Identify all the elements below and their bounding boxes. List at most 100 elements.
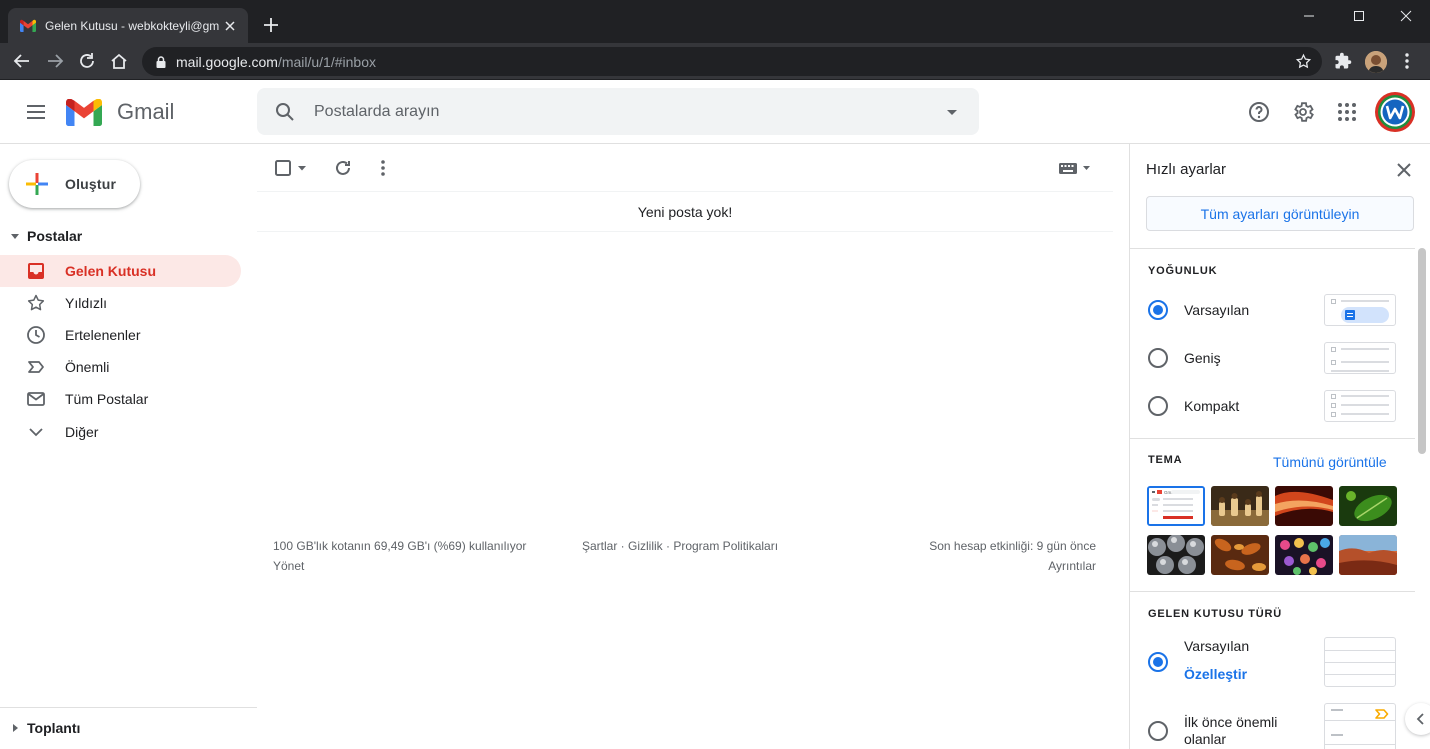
policy-links[interactable]: Şartlar · Gizlilik · Program Politikalar…: [582, 536, 778, 556]
compose-button[interactable]: Oluştur: [9, 160, 140, 208]
inbox-default-preview: [1324, 637, 1396, 687]
sidebar-item-starred[interactable]: Yıldızlı: [0, 287, 241, 319]
browser-menu-icon[interactable]: [1396, 50, 1418, 72]
close-window-icon[interactable]: [1391, 6, 1421, 26]
apps-grid-icon[interactable]: [1335, 100, 1359, 124]
sidebar-item-label: Diğer: [65, 424, 99, 440]
view-all-themes-link[interactable]: Tümünü görüntüle: [1273, 454, 1387, 470]
select-checkbox[interactable]: [270, 154, 314, 182]
forward-icon[interactable]: [44, 50, 66, 72]
inbox-type-default-label: Varsayılan: [1184, 638, 1250, 654]
back-icon[interactable]: [11, 50, 33, 72]
sidebar-item-label: Tüm Postalar: [65, 391, 149, 407]
sidebar-item-snoozed[interactable]: Ertelenenler: [0, 319, 241, 351]
theme-bubbles-thumb[interactable]: [1147, 535, 1205, 575]
maximize-icon[interactable]: [1344, 6, 1374, 26]
theme-canyon-thumb[interactable]: [1275, 486, 1333, 526]
gmail-logo-icon[interactable]: [66, 99, 102, 126]
density-compact-radio[interactable]: [1148, 396, 1168, 416]
activity-details-link[interactable]: Ayrıntılar: [929, 556, 1096, 576]
caret-down-icon: [8, 229, 22, 243]
sidebar-item-more[interactable]: Diğer: [0, 416, 241, 448]
meet-section-header[interactable]: Toplantı: [8, 720, 80, 736]
inbox-type-important-first-radio[interactable]: [1148, 721, 1168, 741]
all-settings-button[interactable]: Tüm ayarları görüntüleyin: [1146, 196, 1414, 231]
inbox-customize-link[interactable]: Özelleştir: [1184, 666, 1247, 682]
mail-section-header[interactable]: Postalar: [8, 228, 82, 244]
theme-sunset-thumb[interactable]: [1339, 535, 1397, 575]
help-icon[interactable]: [1247, 100, 1271, 124]
browser-tab[interactable]: Gelen Kutusu - webkokteyli@gm: [8, 8, 248, 43]
star-icon: [26, 293, 46, 313]
browser-profile-avatar[interactable]: [1365, 51, 1387, 73]
density-default-preview: [1324, 294, 1396, 326]
side-panel-toggle[interactable]: [1405, 703, 1430, 735]
minimize-icon[interactable]: [1294, 6, 1324, 26]
theme-default-thumb[interactable]: Gmail: [1147, 486, 1205, 526]
gmail-wordmark[interactable]: Gmail: [117, 99, 174, 125]
label-important-icon: [26, 357, 46, 377]
storage-info: 100 GB'lık kotanın 69,49 GB'ı (%69) kull…: [273, 536, 526, 576]
density-compact-preview: [1324, 390, 1396, 422]
manage-storage-link[interactable]: Yönet: [273, 556, 526, 576]
theme-lights-thumb[interactable]: [1275, 535, 1333, 575]
sidebar-item-inbox[interactable]: Gelen Kutusu: [0, 255, 241, 287]
compose-plus-icon: [25, 172, 49, 196]
mail-section-label: Postalar: [27, 228, 83, 244]
extensions-icon[interactable]: [1332, 50, 1354, 72]
url-host: mail.google.com: [176, 53, 278, 70]
inbox-type-important-first-label: İlk önce önemli olanlar: [1184, 714, 1278, 747]
bookmark-star-icon[interactable]: [1295, 53, 1312, 70]
density-default-radio[interactable]: [1148, 300, 1168, 320]
refresh-icon[interactable]: [329, 154, 357, 182]
address-bar[interactable]: mail.google.com/mail/u/1/#inbox: [142, 47, 1322, 76]
density-label: YOĞUNLUK: [1148, 265, 1218, 277]
sidebar: Oluştur Postalar Gelen Kutusu Yıldızlı E…: [0, 144, 257, 749]
inbox-icon: [26, 261, 46, 281]
mail-icon: [26, 389, 46, 409]
lock-icon: [154, 55, 168, 69]
clock-icon: [26, 325, 46, 345]
gmail-favicon-icon: [20, 18, 36, 34]
browser-tab-title: Gelen Kutusu - webkokteyli@gm: [45, 18, 220, 33]
settings-gear-icon[interactable]: [1291, 100, 1315, 124]
mail-list: Yeni posta yok! 100 GB'lık kotanın 69,49…: [257, 144, 1129, 749]
sidebar-item-label: Önemli: [65, 359, 110, 375]
close-icon[interactable]: [1394, 160, 1414, 180]
close-tab-icon[interactable]: [222, 18, 238, 34]
sidebar-item-all-mail[interactable]: Tüm Postalar: [0, 383, 241, 415]
density-comfortable-preview: [1324, 342, 1396, 374]
search-icon[interactable]: [273, 100, 297, 124]
last-activity-text: Son hesap etkinliği: 9 gün önce: [929, 539, 1096, 553]
theme-chess-thumb[interactable]: [1211, 486, 1269, 526]
theme-autumn-thumb[interactable]: [1211, 535, 1269, 575]
home-icon[interactable]: [108, 50, 130, 72]
qs-divider: [1130, 438, 1415, 439]
reload-icon[interactable]: [76, 50, 98, 72]
quick-settings-panel: Hızlı ayarlar Tüm ayarları görüntüleyin …: [1129, 144, 1430, 749]
new-tab-icon[interactable]: [261, 15, 281, 35]
more-actions-icon[interactable]: [369, 154, 397, 182]
inbox-type-label: GELEN KUTUSU TÜRÜ: [1148, 608, 1282, 620]
density-compact-label: Kompakt: [1184, 398, 1240, 414]
gmail-header: Gmail: [0, 80, 1430, 144]
account-avatar[interactable]: [1375, 92, 1415, 132]
chevron-left-icon: [1414, 712, 1428, 726]
input-tools-keyboard-icon[interactable]: [1057, 154, 1097, 182]
inbox-type-default-radio[interactable]: [1148, 652, 1168, 672]
density-default-label: Varsayılan: [1184, 302, 1250, 318]
sidebar-item-label: Gelen Kutusu: [65, 263, 157, 279]
density-comfortable-label: Geniş: [1184, 350, 1221, 366]
compose-label: Oluştur: [65, 176, 117, 192]
density-comfortable-radio[interactable]: [1148, 348, 1168, 368]
search-input[interactable]: [314, 98, 914, 126]
search-options-icon[interactable]: [943, 103, 961, 121]
caret-right-icon: [8, 721, 22, 735]
sidebar-item-label: Yıldızlı: [65, 295, 108, 311]
main-menu-icon[interactable]: [24, 100, 48, 124]
account-activity: Son hesap etkinliği: 9 gün önce Ayrıntıl…: [929, 536, 1096, 576]
important-marker-icon: [1375, 708, 1389, 720]
quick-settings-scrollbar[interactable]: [1418, 248, 1426, 454]
sidebar-item-important[interactable]: Önemli: [0, 351, 241, 383]
theme-leaf-thumb[interactable]: [1339, 486, 1397, 526]
